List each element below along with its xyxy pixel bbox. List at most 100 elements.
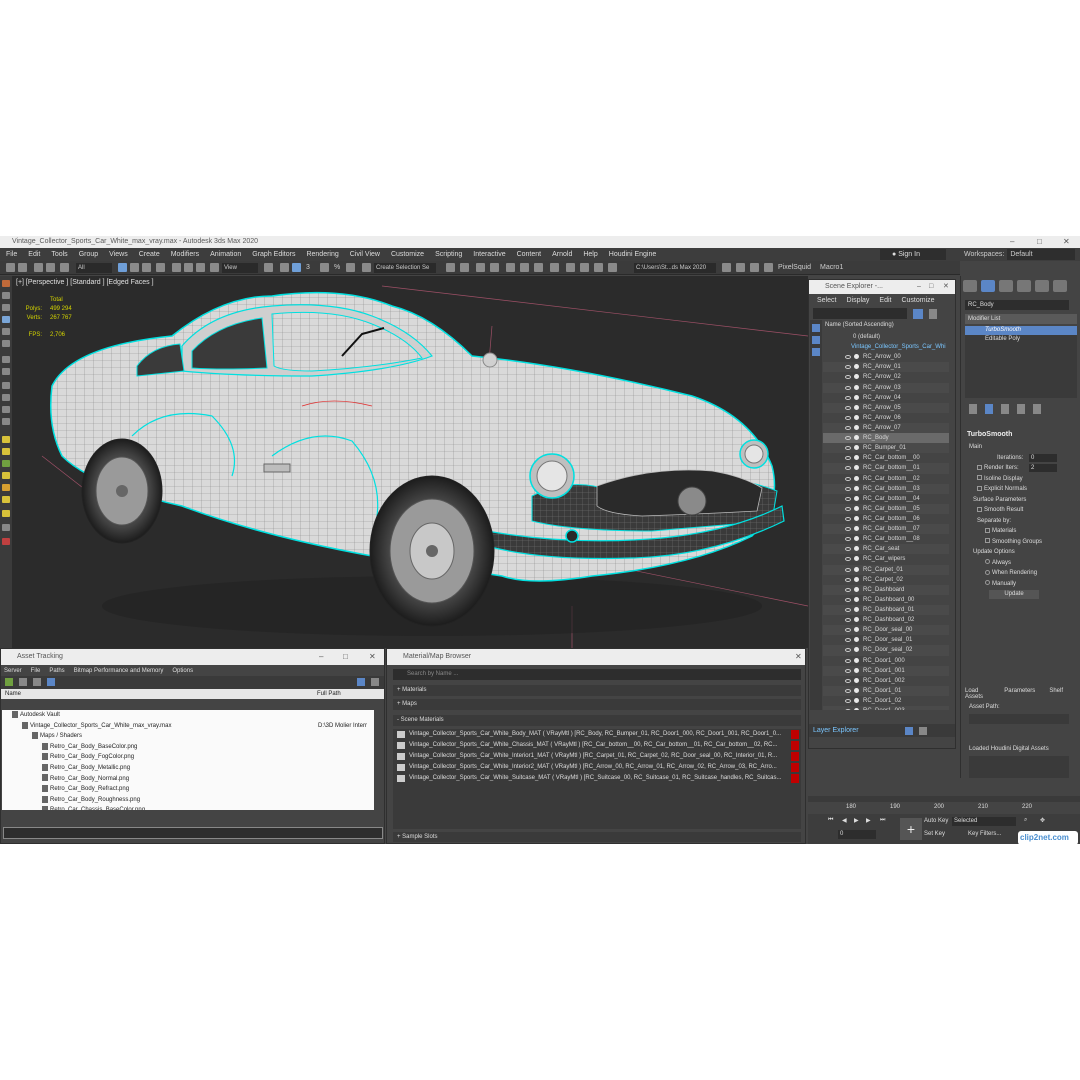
paint-deform-icon[interactable] (2, 368, 10, 375)
material-editor-icon[interactable] (550, 263, 559, 272)
list-item[interactable]: RC_Arrow_03 (823, 382, 949, 393)
menu-graph-editors[interactable]: Graph Editors (252, 251, 295, 258)
list-item[interactable]: RC_Bumper_01 (823, 443, 949, 454)
visibility-eye-icon[interactable] (845, 709, 851, 710)
material-row[interactable]: Vintage_Collector_Sports_Car_White_Body_… (393, 729, 801, 740)
list-item[interactable]: RC_Door1_01 (823, 685, 949, 696)
asset-menu-bitmap-performance-and-memory[interactable]: Bitmap Performance and Memory (74, 668, 164, 674)
list-item[interactable]: RC_Arrow_06 (823, 413, 949, 423)
workspaces-selector[interactable]: Workspaces: Default (964, 249, 1076, 260)
se-menu-customize[interactable]: Customize (901, 297, 934, 304)
visibility-eye-icon[interactable] (845, 668, 851, 673)
spinner-snap-icon[interactable] (346, 263, 355, 272)
redo-icon[interactable] (18, 263, 27, 272)
maximize-icon[interactable]: □ (1037, 236, 1042, 248)
mirror-icon[interactable] (446, 263, 455, 272)
layer-explorer-icon[interactable] (490, 263, 499, 272)
visibility-eye-icon[interactable] (845, 628, 851, 633)
maximize-icon[interactable]: □ (929, 280, 933, 294)
visibility-eye-icon[interactable] (845, 365, 851, 370)
asset-menu-options[interactable]: Options (172, 668, 193, 674)
display-tab-icon[interactable] (1035, 280, 1049, 292)
freeform-icon[interactable] (2, 328, 10, 335)
refresh-icon[interactable] (5, 678, 13, 686)
table-row[interactable]: Autodesk Vault (2, 710, 374, 721)
maximize-icon[interactable]: □ (343, 649, 348, 665)
table-row[interactable]: Retro_Car_Body_Metallic.png (2, 763, 374, 774)
smooth-result-checkbox[interactable] (977, 506, 982, 512)
list-item[interactable]: RC_Door1_000 (823, 656, 949, 666)
select-manipulate-icon[interactable] (280, 263, 289, 272)
se-menu-edit[interactable]: Edit (879, 297, 891, 304)
pin-stack-icon[interactable] (969, 404, 977, 414)
list-item[interactable]: RC_Car_bottom__07 (823, 524, 949, 535)
auto-key-button[interactable]: Auto Key (924, 818, 948, 824)
selection-filter-dropdown[interactable]: All (76, 263, 112, 273)
visibility-eye-icon[interactable] (845, 638, 851, 643)
menu-animation[interactable]: Animation (210, 251, 241, 258)
sign-in-button[interactable]: ● Sign In (880, 249, 946, 260)
utilities-tab-icon[interactable] (1053, 280, 1067, 292)
when-rendering-radio[interactable] (985, 569, 990, 575)
asset-path-field[interactable] (3, 827, 383, 839)
materials-section[interactable]: + Materials (393, 685, 801, 696)
visibility-eye-icon[interactable] (845, 648, 851, 653)
iterations-spinner[interactable]: 0 (1029, 453, 1057, 462)
menu-houdini-engine[interactable]: Houdini Engine (609, 251, 656, 258)
list-item[interactable]: RC_Door1_002 (823, 676, 949, 686)
menu-help[interactable]: Help (583, 251, 597, 258)
snap-toggle-3[interactable]: 3 (306, 263, 310, 273)
tree-view-icon[interactable] (33, 678, 41, 686)
rendered-frame-icon[interactable] (580, 263, 589, 272)
menu-tools[interactable]: Tools (51, 251, 67, 258)
rect-selection-icon[interactable] (142, 263, 151, 272)
visibility-eye-icon[interactable] (845, 476, 851, 481)
window-crossing-icon[interactable] (156, 263, 165, 272)
table-row[interactable]: Retro_Car_Body_Refract.png (2, 784, 374, 795)
curve-editor-icon[interactable] (520, 263, 529, 272)
zoom-icon[interactable]: ⌕ (1024, 817, 1027, 824)
sample-slots-section[interactable]: + Sample Slots (393, 832, 801, 842)
project-settings-icon[interactable] (764, 263, 773, 272)
rotate-icon[interactable] (184, 263, 193, 272)
visibility-eye-icon[interactable] (845, 658, 851, 663)
name-column[interactable]: Name (5, 689, 21, 699)
stack-item-editable-poly[interactable]: Editable Poly (965, 335, 1077, 344)
camera-tools-icon[interactable] (2, 496, 10, 503)
menu-file[interactable]: File (6, 251, 17, 258)
table-row[interactable]: Maps / Shaders (2, 731, 374, 742)
table-row[interactable]: Retro_Car_Body_BaseColor.png (2, 742, 374, 753)
save-project-icon[interactable] (736, 263, 745, 272)
select-by-name-icon[interactable] (130, 263, 139, 272)
full-path-column[interactable]: Full Path (317, 689, 341, 699)
close-icon[interactable]: ✕ (369, 649, 376, 665)
list-item[interactable]: RC_Car_bottom__02 (823, 474, 949, 484)
sun-tools-icon[interactable] (2, 448, 10, 455)
list-item[interactable]: RC_Carpet_01 (823, 564, 949, 575)
helper-tools-icon[interactable] (2, 510, 10, 517)
menu-views[interactable]: Views (109, 251, 128, 258)
project-path-dropdown[interactable]: C:\Users\St...ds Max 2020 (634, 263, 716, 273)
scene-search-input[interactable] (813, 308, 907, 319)
asset-menu-server[interactable]: Server (4, 668, 22, 674)
list-item[interactable]: RC_Door1_003 (823, 706, 949, 710)
render-production-icon[interactable] (594, 263, 603, 272)
visibility-eye-icon[interactable] (845, 587, 851, 592)
render-tools-icon[interactable] (2, 484, 10, 491)
object-name-field[interactable]: RC_Body (965, 300, 1069, 310)
list-item[interactable]: RC_Door1_02 (823, 696, 949, 706)
move-icon[interactable] (172, 263, 181, 272)
visibility-eye-icon[interactable] (845, 597, 851, 602)
visibility-eye-icon[interactable] (845, 527, 851, 532)
close-icon[interactable]: ✕ (943, 280, 949, 294)
modeling-icon[interactable] (2, 316, 10, 323)
bind-spacewarp-icon[interactable] (60, 263, 69, 272)
list-item[interactable]: RC_Arrow_00 (823, 352, 949, 362)
visibility-eye-icon[interactable] (845, 516, 851, 521)
align-icon[interactable] (460, 263, 469, 272)
table-row[interactable]: Retro_Car_Body_FogColor.png (2, 752, 374, 763)
select-object-icon[interactable] (118, 263, 127, 272)
menu-create[interactable]: Create (139, 251, 160, 258)
go-to-end-icon[interactable]: ⏭ (880, 817, 885, 824)
list-item[interactable]: RC_Car_bottom__05 (823, 503, 949, 514)
